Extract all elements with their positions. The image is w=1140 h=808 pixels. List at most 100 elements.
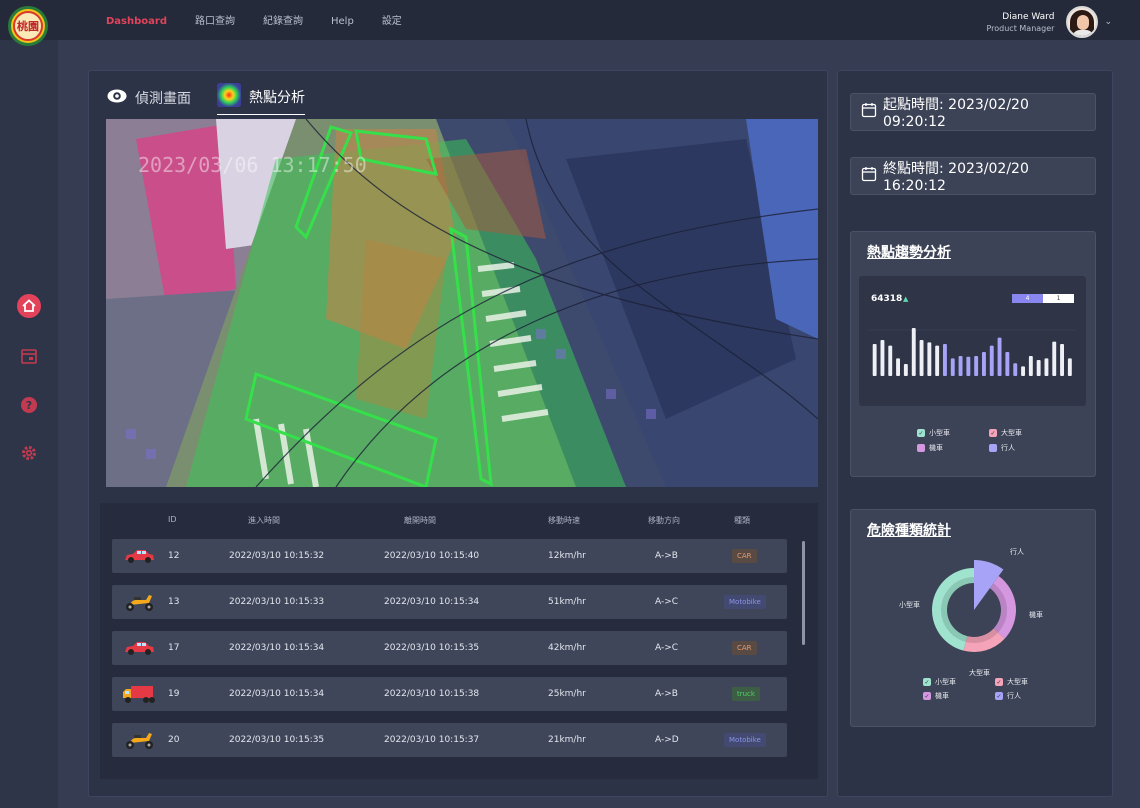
scooter-icon [122,591,156,613]
tab-heatmap[interactable]: 熱點分析 [217,83,305,115]
label-large: 大型車 [969,669,990,677]
city-logo: 桃園 [8,6,48,46]
table-row[interactable]: 17 2022/03/10 10:15:34 2022/03/10 10:15:… [112,631,787,665]
trend-bar [1028,356,1033,376]
header-direction: 移動方向 [648,516,680,525]
user-info: Diane Ward Product Manager [986,12,1054,33]
header-type: 種類 [734,516,750,525]
check-icon: ✓ [989,429,997,437]
legend-label: 大型車 [1007,678,1028,686]
legend-label: 大型車 [1001,429,1022,437]
toggle-option-a[interactable]: 4 [1012,294,1043,303]
trend-bar [1052,341,1057,376]
table-row[interactable]: 20 2022/03/10 10:15:35 2022/03/10 10:15:… [112,723,787,757]
legend-small-car[interactable]: ✓ 小型車 [923,677,956,687]
row-speed: 21km/hr [548,735,586,745]
nav-help[interactable]: Help [317,0,368,44]
row-speed: 25km/hr [548,689,586,699]
check-icon: ✓ [995,678,1003,686]
table-row[interactable]: 19 2022/03/10 10:15:34 2022/03/10 10:15:… [112,677,787,711]
trend-bar [958,356,963,376]
label-small: 小型車 [899,601,920,609]
user-menu[interactable]: Diane Ward Product Manager ⌄ [986,6,1112,38]
trend-bar [1021,366,1025,376]
trend-chart: 64318 ▲ 4 1 [859,276,1086,406]
row-speed: 42km/hr [548,643,586,653]
type-badge: CAR [732,641,757,655]
tab-heatmap-label: 熱點分析 [249,90,305,106]
legend-label: 行人 [1001,444,1015,452]
header-id: ID [168,515,177,524]
legend-large-car[interactable]: ✓ 大型車 [995,677,1028,687]
legend-label: 行人 [1007,692,1021,700]
trend-bar [903,364,908,376]
check-icon: ✓ [995,692,1003,700]
home-icon[interactable] [17,294,41,318]
row-enter-time: 2022/03/10 10:15:32 [229,551,325,561]
end-time-field[interactable]: 終點時間: 2023/02/20 16:20:12 [850,157,1096,195]
table-row[interactable]: 12 2022/03/10 10:15:32 2022/03/10 10:15:… [112,539,787,573]
trend-up-icon: ▲ [903,295,909,303]
scooter-icon [122,729,156,751]
start-time-value: 起點時間: 2023/02/20 09:20:12 [883,97,1029,130]
camera-heatmap-view[interactable]: 2023/03/06 13:17:50 [106,119,818,487]
trend-bar [1044,358,1049,376]
trend-bar [989,345,994,376]
label-motorcycle: 機車 [1029,611,1043,619]
legend-label: 機車 [935,692,949,700]
trend-bar [927,342,932,376]
nav-settings[interactable]: 設定 [368,0,416,44]
video-timestamp: 2023/03/06 13:17:50 [138,153,367,177]
nav-record-query[interactable]: 紀錄查詢 [249,0,317,44]
table-header: ID 進入時間 離開時間 移動時速 移動方向 種類 [100,515,800,531]
swatch-icon [989,444,997,452]
toggle-option-b[interactable]: 1 [1043,294,1074,303]
trend-bar [911,328,916,376]
trend-bars [869,328,1076,376]
type-badge: CAR [732,549,757,563]
row-id: 20 [168,735,180,745]
top-bar: Dashboard 路口查詢 紀錄查詢 Help 設定 Diane Ward P… [0,0,1140,44]
legend-pedestrian[interactable]: 行人 [989,443,1015,453]
trend-bar [888,345,893,376]
avatar[interactable] [1066,6,1099,38]
row-direction: A->B [655,689,678,699]
legend-small-car[interactable]: ✓ 小型車 [917,428,950,438]
start-time-field[interactable]: 起點時間: 2023/02/20 09:20:12 [850,93,1096,131]
nav-dashboard[interactable]: Dashboard [92,0,181,44]
type-badge: Motobike [724,733,766,747]
table-row[interactable]: 13 2022/03/10 10:15:33 2022/03/10 10:15:… [112,585,787,619]
trend-bar [1013,363,1018,376]
main-nav: Dashboard 路口查詢 紀錄查詢 Help 設定 [92,0,416,44]
legend-motorcycle[interactable]: ✓ 機車 [923,691,949,701]
table-scrollbar[interactable] [802,541,805,645]
nav-intersection-query[interactable]: 路口查詢 [181,0,249,44]
legend-pedestrian[interactable]: ✓ 行人 [995,691,1021,701]
legend-motorcycle[interactable]: 機車 [917,443,943,453]
legend-label: 小型車 [935,678,956,686]
sidebar: ? [0,40,58,808]
svg-text:?: ? [26,399,32,412]
trend-toggle[interactable]: 4 1 [1012,294,1074,303]
chevron-down-icon[interactable]: ⌄ [1104,17,1112,27]
legend-label: 機車 [929,444,943,452]
row-enter-time: 2022/03/10 10:15:34 [229,689,325,699]
header-speed: 移動時速 [548,516,580,525]
swatch-icon [917,444,925,452]
eye-icon [107,89,127,107]
row-id: 17 [168,643,180,653]
tab-detect[interactable]: 偵測畫面 [107,88,191,111]
legend-large-car[interactable]: ✓ 大型車 [989,428,1022,438]
gear-icon[interactable] [17,441,41,465]
row-enter-time: 2022/03/10 10:15:35 [229,735,325,745]
user-name: Diane Ward [1002,11,1055,22]
help-icon[interactable]: ? [17,393,41,417]
calendar-icon[interactable] [17,344,41,368]
check-icon: ✓ [923,678,931,686]
danger-card: 危險種類統計 行人 機車 大型車 小型車 ✓ 小型車 ✓ 大型車 ✓ 機車 ✓ … [850,509,1096,727]
trend-bar [966,356,971,376]
type-badge: truck [732,687,760,701]
row-enter-time: 2022/03/10 10:15:34 [229,643,325,653]
trend-bar [935,345,940,376]
trend-bar [1060,344,1064,376]
